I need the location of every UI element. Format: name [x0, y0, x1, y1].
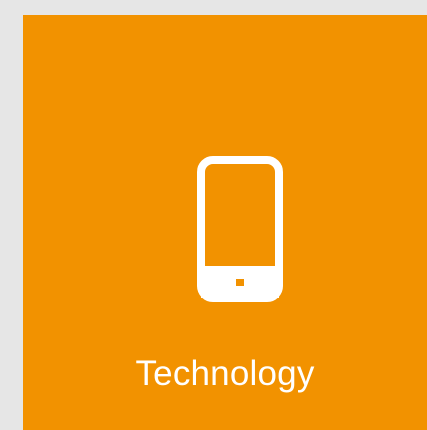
tile-label: Technology [135, 354, 315, 393]
category-tile-technology[interactable]: Technology [23, 15, 427, 430]
smartphone-icon [197, 156, 283, 302]
